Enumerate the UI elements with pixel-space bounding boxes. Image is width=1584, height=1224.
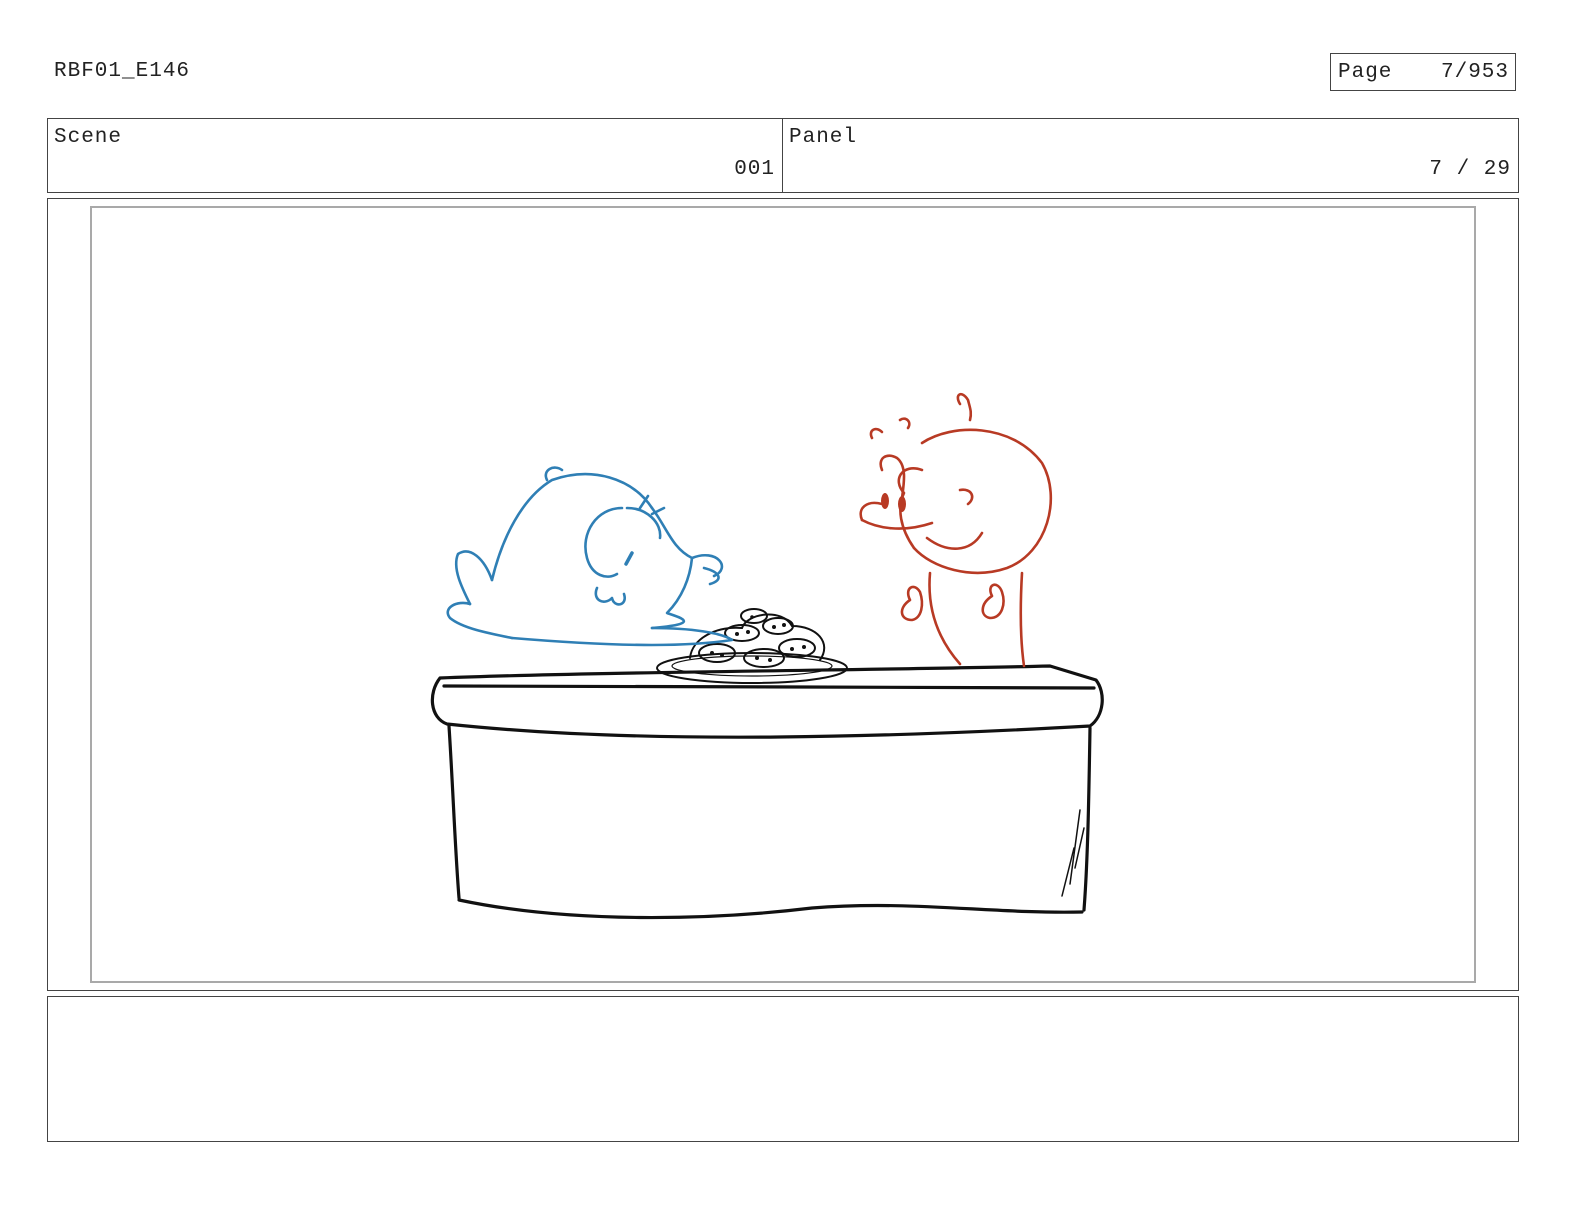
panel-notes-box — [47, 996, 1519, 1142]
page-counter: Page 7/953 — [1330, 53, 1516, 91]
counter-drawing — [430, 664, 1104, 920]
panel-cell: Panel 7 / 29 — [783, 119, 1518, 192]
scene-label: Scene — [54, 126, 123, 149]
blue-character — [446, 466, 734, 647]
scene-panel-info: Scene 001 Panel 7 / 29 — [47, 118, 1519, 193]
panel-label: Panel — [789, 126, 858, 149]
panel-value: 7 / 29 — [1429, 158, 1511, 181]
red-character — [859, 392, 1053, 668]
page-label: Page — [1338, 61, 1393, 84]
storyboard-frame — [47, 198, 1519, 991]
scene-cell: Scene 001 — [48, 119, 783, 192]
scene-value: 001 — [734, 158, 775, 181]
page-value: 7/953 — [1440, 61, 1509, 84]
storyboard-drawing-area — [90, 206, 1476, 983]
document-title: RBF01_E146 — [54, 60, 191, 83]
storyboard-sketch — [430, 392, 1104, 920]
